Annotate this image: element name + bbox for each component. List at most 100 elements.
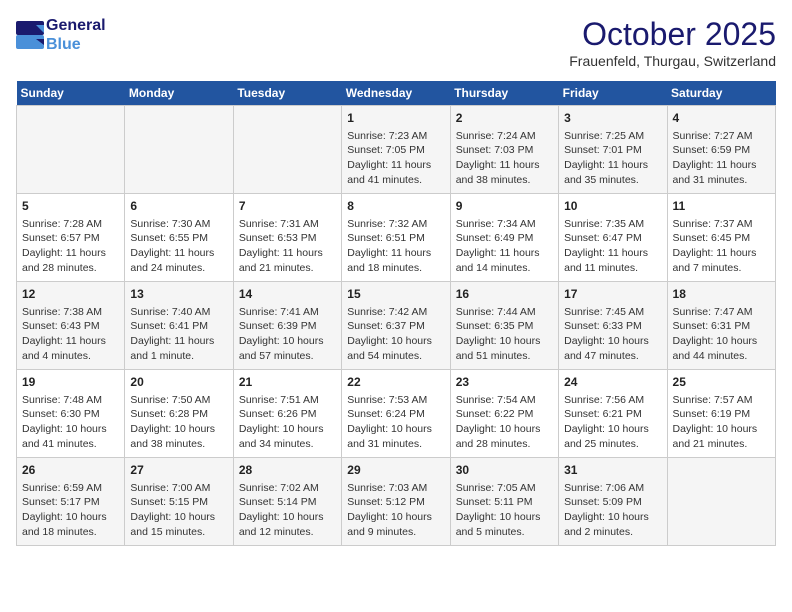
calendar-week-3: 12Sunrise: 7:38 AM Sunset: 6:43 PM Dayli…: [17, 282, 776, 370]
weekday-header-friday: Friday: [559, 81, 667, 106]
day-number: 17: [564, 286, 661, 303]
calendar-cell: [125, 106, 233, 194]
day-info: Sunrise: 7:42 AM Sunset: 6:37 PM Dayligh…: [347, 305, 444, 364]
calendar-header: SundayMondayTuesdayWednesdayThursdayFrid…: [17, 81, 776, 106]
day-number: 19: [22, 374, 119, 391]
day-info: Sunrise: 7:23 AM Sunset: 7:05 PM Dayligh…: [347, 129, 444, 188]
weekday-header-row: SundayMondayTuesdayWednesdayThursdayFrid…: [17, 81, 776, 106]
calendar-cell: 24 Sunrise: 7:56 AM Sunset: 6:21 PM Dayli…: [559, 370, 667, 458]
calendar-cell: 12Sunrise: 7:38 AM Sunset: 6:43 PM Dayli…: [17, 282, 125, 370]
day-number: 5: [22, 198, 119, 215]
calendar-cell: 6 Sunrise: 7:30 AM Sunset: 6:55 PM Daylig…: [125, 194, 233, 282]
day-info: Sunrise: 7:05 AM Sunset: 5:11 PM Dayligh…: [456, 481, 553, 540]
calendar-cell: 15 Sunrise: 7:42 AM Sunset: 6:37 PM Dayli…: [342, 282, 450, 370]
day-number: 30: [456, 462, 553, 479]
day-number: 9: [456, 198, 553, 215]
calendar-body: 1 Sunrise: 7:23 AM Sunset: 7:05 PM Daylig…: [17, 106, 776, 546]
logo-text-line1: General: [46, 16, 106, 35]
day-info: Sunrise: 7:27 AM Sunset: 6:59 PM Dayligh…: [673, 129, 770, 188]
calendar-cell: 16 Sunrise: 7:44 AM Sunset: 6:35 PM Dayli…: [450, 282, 558, 370]
calendar-week-4: 19 Sunrise: 7:48 AM Sunset: 6:30 PM Dayli…: [17, 370, 776, 458]
calendar-cell: 19 Sunrise: 7:48 AM Sunset: 6:30 PM Dayli…: [17, 370, 125, 458]
page-header: General Blue October 2025 Frauenfeld, Th…: [16, 16, 776, 69]
day-info: Sunrise: 7:44 AM Sunset: 6:35 PM Dayligh…: [456, 305, 553, 364]
day-info: Sunrise: 7:06 AM Sunset: 5:09 PM Dayligh…: [564, 481, 661, 540]
calendar-cell: 10 Sunrise: 7:35 AM Sunset: 6:47 PM Dayli…: [559, 194, 667, 282]
day-info: Sunrise: 7:50 AM Sunset: 6:28 PM Dayligh…: [130, 393, 227, 452]
day-info: Sunrise: 7:54 AM Sunset: 6:22 PM Dayligh…: [456, 393, 553, 452]
day-info: Sunrise: 7:53 AM Sunset: 6:24 PM Dayligh…: [347, 393, 444, 452]
calendar-cell: 23Sunrise: 7:54 AM Sunset: 6:22 PM Dayli…: [450, 370, 558, 458]
calendar-cell: 2Sunrise: 7:24 AM Sunset: 7:03 PM Daylig…: [450, 106, 558, 194]
logo-icon: [16, 21, 44, 49]
day-number: 8: [347, 198, 444, 215]
day-number: 24: [564, 374, 661, 391]
title-block: October 2025 Frauenfeld, Thurgau, Switze…: [569, 16, 776, 69]
weekday-header-wednesday: Wednesday: [342, 81, 450, 106]
day-info: Sunrise: 7:47 AM Sunset: 6:31 PM Dayligh…: [673, 305, 770, 364]
calendar-cell: 21 Sunrise: 7:51 AM Sunset: 6:26 PM Dayli…: [233, 370, 341, 458]
calendar-cell: 13 Sunrise: 7:40 AM Sunset: 6:41 PM Dayli…: [125, 282, 233, 370]
day-info: Sunrise: 7:28 AM Sunset: 6:57 PM Dayligh…: [22, 217, 119, 276]
day-number: 31: [564, 462, 661, 479]
month-title: October 2025: [569, 16, 776, 53]
day-info: Sunrise: 7:30 AM Sunset: 6:55 PM Dayligh…: [130, 217, 227, 276]
day-info: Sunrise: 7:40 AM Sunset: 6:41 PM Dayligh…: [130, 305, 227, 364]
calendar-table: SundayMondayTuesdayWednesdayThursdayFrid…: [16, 81, 776, 546]
calendar-cell: 7Sunrise: 7:31 AM Sunset: 6:53 PM Daylig…: [233, 194, 341, 282]
calendar-cell: 11 Sunrise: 7:37 AM Sunset: 6:45 PM Dayli…: [667, 194, 775, 282]
calendar-cell: 22 Sunrise: 7:53 AM Sunset: 6:24 PM Dayli…: [342, 370, 450, 458]
day-info: Sunrise: 7:00 AM Sunset: 5:15 PM Dayligh…: [130, 481, 227, 540]
calendar-cell: 25Sunrise: 7:57 AM Sunset: 6:19 PM Dayli…: [667, 370, 775, 458]
calendar-cell: 28 Sunrise: 7:02 AM Sunset: 5:14 PM Dayli…: [233, 458, 341, 546]
day-number: 25: [673, 374, 770, 391]
day-number: 13: [130, 286, 227, 303]
calendar-cell: 8 Sunrise: 7:32 AM Sunset: 6:51 PM Daylig…: [342, 194, 450, 282]
calendar-cell: 27 Sunrise: 7:00 AM Sunset: 5:15 PM Dayli…: [125, 458, 233, 546]
calendar-week-1: 1 Sunrise: 7:23 AM Sunset: 7:05 PM Daylig…: [17, 106, 776, 194]
day-number: 27: [130, 462, 227, 479]
day-number: 15: [347, 286, 444, 303]
day-number: 11: [673, 198, 770, 215]
day-info: Sunrise: 7:35 AM Sunset: 6:47 PM Dayligh…: [564, 217, 661, 276]
calendar-cell: 26 Sunrise: 6:59 AM Sunset: 5:17 PM Dayli…: [17, 458, 125, 546]
day-info: Sunrise: 7:34 AM Sunset: 6:49 PM Dayligh…: [456, 217, 553, 276]
calendar-cell: 3Sunrise: 7:25 AM Sunset: 7:01 PM Daylig…: [559, 106, 667, 194]
calendar-cell: 5 Sunrise: 7:28 AM Sunset: 6:57 PM Daylig…: [17, 194, 125, 282]
day-number: 18: [673, 286, 770, 303]
day-number: 20: [130, 374, 227, 391]
day-info: Sunrise: 7:25 AM Sunset: 7:01 PM Dayligh…: [564, 129, 661, 188]
day-number: 2: [456, 110, 553, 127]
day-number: 10: [564, 198, 661, 215]
day-number: 6: [130, 198, 227, 215]
day-info: Sunrise: 7:56 AM Sunset: 6:21 PM Dayligh…: [564, 393, 661, 452]
day-info: Sunrise: 7:51 AM Sunset: 6:26 PM Dayligh…: [239, 393, 336, 452]
day-info: Sunrise: 7:45 AM Sunset: 6:33 PM Dayligh…: [564, 305, 661, 364]
day-info: Sunrise: 7:41 AM Sunset: 6:39 PM Dayligh…: [239, 305, 336, 364]
logo-text-line2: Blue: [46, 35, 106, 54]
day-number: 26: [22, 462, 119, 479]
day-info: Sunrise: 7:02 AM Sunset: 5:14 PM Dayligh…: [239, 481, 336, 540]
day-number: 21: [239, 374, 336, 391]
day-number: 1: [347, 110, 444, 127]
calendar-cell: [667, 458, 775, 546]
weekday-header-saturday: Saturday: [667, 81, 775, 106]
day-number: 7: [239, 198, 336, 215]
calendar-cell: [233, 106, 341, 194]
logo: General Blue: [16, 16, 106, 54]
day-number: 16: [456, 286, 553, 303]
calendar-week-5: 26 Sunrise: 6:59 AM Sunset: 5:17 PM Dayli…: [17, 458, 776, 546]
day-info: Sunrise: 7:38 AM Sunset: 6:43 PM Dayligh…: [22, 305, 119, 364]
day-number: 22: [347, 374, 444, 391]
weekday-header-monday: Monday: [125, 81, 233, 106]
day-info: Sunrise: 7:37 AM Sunset: 6:45 PM Dayligh…: [673, 217, 770, 276]
calendar-cell: 17 Sunrise: 7:45 AM Sunset: 6:33 PM Dayli…: [559, 282, 667, 370]
day-info: Sunrise: 7:32 AM Sunset: 6:51 PM Dayligh…: [347, 217, 444, 276]
day-info: Sunrise: 7:48 AM Sunset: 6:30 PM Dayligh…: [22, 393, 119, 452]
day-number: 28: [239, 462, 336, 479]
day-info: Sunrise: 6:59 AM Sunset: 5:17 PM Dayligh…: [22, 481, 119, 540]
weekday-header-tuesday: Tuesday: [233, 81, 341, 106]
day-info: Sunrise: 7:03 AM Sunset: 5:12 PM Dayligh…: [347, 481, 444, 540]
calendar-cell: 9 Sunrise: 7:34 AM Sunset: 6:49 PM Daylig…: [450, 194, 558, 282]
weekday-header-sunday: Sunday: [17, 81, 125, 106]
